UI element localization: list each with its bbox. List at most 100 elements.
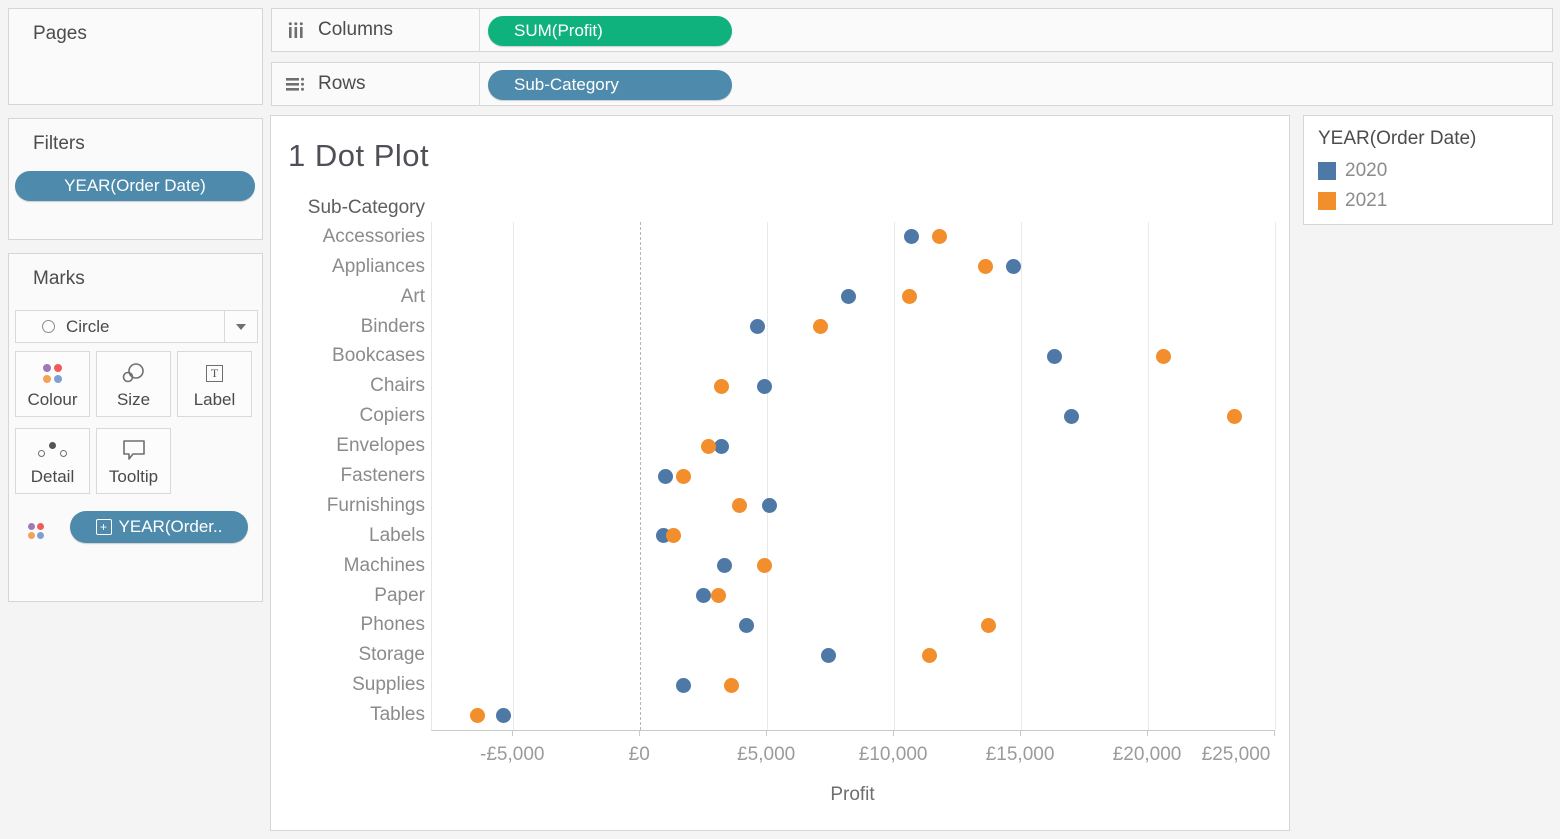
axis-tick bbox=[1274, 731, 1275, 736]
tooltip-button[interactable]: Tooltip bbox=[96, 428, 171, 494]
category-label-binders[interactable]: Binders bbox=[271, 316, 425, 338]
axis-tick-label: £10,000 bbox=[859, 744, 928, 766]
mark-art-2021[interactable] bbox=[902, 289, 917, 304]
mark-labels-2021[interactable] bbox=[666, 528, 681, 543]
axis-tick-label: -£5,000 bbox=[480, 744, 544, 766]
color-legend: YEAR(Order Date) 2020 2021 bbox=[1303, 115, 1553, 225]
marks-pill-label: YEAR(Order.. bbox=[119, 517, 223, 537]
label-button[interactable]: T Label bbox=[177, 351, 252, 417]
mark-binders-2020[interactable] bbox=[750, 319, 765, 334]
mark-binders-2021[interactable] bbox=[813, 319, 828, 334]
marks-title: Marks bbox=[33, 268, 85, 290]
category-label-envelopes[interactable]: Envelopes bbox=[271, 435, 425, 457]
mark-bookcases-2021[interactable] bbox=[1156, 349, 1171, 364]
size-icon bbox=[121, 361, 147, 385]
legend-item-2021[interactable]: 2021 bbox=[1318, 191, 1387, 211]
mark-tables-2021[interactable] bbox=[470, 708, 485, 723]
columns-shelf-label: Columns bbox=[272, 9, 480, 51]
gridline bbox=[1021, 222, 1022, 730]
marks-card: Marks Circle Colour Size T Label Detail bbox=[8, 253, 263, 602]
sheet-title: 1 Dot Plot bbox=[288, 138, 429, 174]
category-label-storage[interactable]: Storage bbox=[271, 644, 425, 666]
marks-pill-year-order-date[interactable]: + YEAR(Order.. bbox=[70, 511, 248, 543]
rows-pill-sub-category[interactable]: Sub-Category bbox=[488, 70, 732, 100]
label-button-label: Label bbox=[194, 390, 236, 410]
pages-shelf[interactable]: Pages bbox=[8, 8, 263, 105]
axis-tick-label: £0 bbox=[629, 744, 650, 766]
category-label-furnishings[interactable]: Furnishings bbox=[271, 495, 425, 517]
mark-supplies-2020[interactable] bbox=[676, 678, 691, 693]
mark-type-dropdown-arrow[interactable] bbox=[224, 311, 257, 342]
category-label-appliances[interactable]: Appliances bbox=[271, 256, 425, 278]
mark-phones-2021[interactable] bbox=[981, 618, 996, 633]
category-label-chairs[interactable]: Chairs bbox=[271, 375, 425, 397]
category-label-accessories[interactable]: Accessories bbox=[271, 226, 425, 248]
mark-phones-2020[interactable] bbox=[739, 618, 754, 633]
mark-furnishings-2020[interactable] bbox=[762, 498, 777, 513]
category-label-phones[interactable]: Phones bbox=[271, 614, 425, 636]
mark-bookcases-2020[interactable] bbox=[1047, 349, 1062, 364]
mark-appliances-2021[interactable] bbox=[978, 259, 993, 274]
mark-supplies-2021[interactable] bbox=[724, 678, 739, 693]
category-label-tables[interactable]: Tables bbox=[271, 704, 425, 726]
mark-paper-2020[interactable] bbox=[696, 588, 711, 603]
label-icon: T bbox=[206, 361, 223, 385]
category-label-copiers[interactable]: Copiers bbox=[271, 405, 425, 427]
expand-plus-icon[interactable]: + bbox=[96, 519, 112, 535]
mark-type-label: Circle bbox=[66, 317, 109, 337]
rows-shelf[interactable]: Rows Sub-Category bbox=[271, 62, 1553, 106]
detail-icon bbox=[38, 438, 68, 462]
category-label-paper[interactable]: Paper bbox=[271, 585, 425, 607]
mark-machines-2021[interactable] bbox=[757, 558, 772, 573]
category-label-art[interactable]: Art bbox=[271, 286, 425, 308]
mark-fasteners-2021[interactable] bbox=[676, 469, 691, 484]
mark-paper-2021[interactable] bbox=[711, 588, 726, 603]
legend-title: YEAR(Order Date) bbox=[1318, 128, 1476, 150]
category-label-fasteners[interactable]: Fasteners bbox=[271, 465, 425, 487]
mark-copiers-2020[interactable] bbox=[1064, 409, 1079, 424]
x-axis-title: Profit bbox=[431, 784, 1274, 806]
colour-assignment-icon bbox=[28, 517, 44, 539]
tableau-workspace: Pages Columns SUM(Profit) Rows Sub-Categ… bbox=[0, 0, 1560, 839]
mark-type-dropdown[interactable]: Circle bbox=[15, 310, 258, 343]
mark-fasteners-2020[interactable] bbox=[658, 469, 673, 484]
category-label-labels[interactable]: Labels bbox=[271, 525, 425, 547]
mark-machines-2020[interactable] bbox=[717, 558, 732, 573]
gridline bbox=[894, 222, 895, 730]
gridline bbox=[1148, 222, 1149, 730]
legend-swatch-2021 bbox=[1318, 192, 1336, 210]
mark-storage-2020[interactable] bbox=[821, 648, 836, 663]
mark-accessories-2021[interactable] bbox=[932, 229, 947, 244]
rows-icon bbox=[286, 76, 306, 92]
rows-shelf-label: Rows bbox=[272, 63, 480, 105]
columns-pill-sum-profit[interactable]: SUM(Profit) bbox=[488, 16, 732, 46]
filter-pill-year-order-date[interactable]: YEAR(Order Date) bbox=[15, 171, 255, 201]
legend-item-2020[interactable]: 2020 bbox=[1318, 161, 1387, 181]
mark-tables-2020[interactable] bbox=[496, 708, 511, 723]
mark-appliances-2020[interactable] bbox=[1006, 259, 1021, 274]
columns-shelf[interactable]: Columns SUM(Profit) bbox=[271, 8, 1553, 52]
detail-button-label: Detail bbox=[31, 467, 74, 487]
axis-tick-label: £25,000 bbox=[1202, 744, 1271, 766]
axis-tick bbox=[512, 731, 513, 736]
mark-accessories-2020[interactable] bbox=[904, 229, 919, 244]
colour-button[interactable]: Colour bbox=[15, 351, 90, 417]
rows-label: Rows bbox=[318, 73, 366, 95]
category-label-machines[interactable]: Machines bbox=[271, 555, 425, 577]
mark-envelopes-2020[interactable] bbox=[714, 439, 729, 454]
category-label-bookcases[interactable]: Bookcases bbox=[271, 345, 425, 367]
filters-title: Filters bbox=[33, 133, 85, 155]
filters-shelf[interactable]: Filters YEAR(Order Date) bbox=[8, 118, 263, 240]
mark-copiers-2021[interactable] bbox=[1227, 409, 1242, 424]
category-label-supplies[interactable]: Supplies bbox=[271, 674, 425, 696]
mark-art-2020[interactable] bbox=[841, 289, 856, 304]
mark-envelopes-2021[interactable] bbox=[701, 439, 716, 454]
mark-chairs-2021[interactable] bbox=[714, 379, 729, 394]
colour-icon bbox=[43, 361, 62, 385]
size-button[interactable]: Size bbox=[96, 351, 171, 417]
mark-storage-2021[interactable] bbox=[922, 648, 937, 663]
detail-button[interactable]: Detail bbox=[15, 428, 90, 494]
mark-furnishings-2021[interactable] bbox=[732, 498, 747, 513]
mark-chairs-2020[interactable] bbox=[757, 379, 772, 394]
gridline bbox=[767, 222, 768, 730]
